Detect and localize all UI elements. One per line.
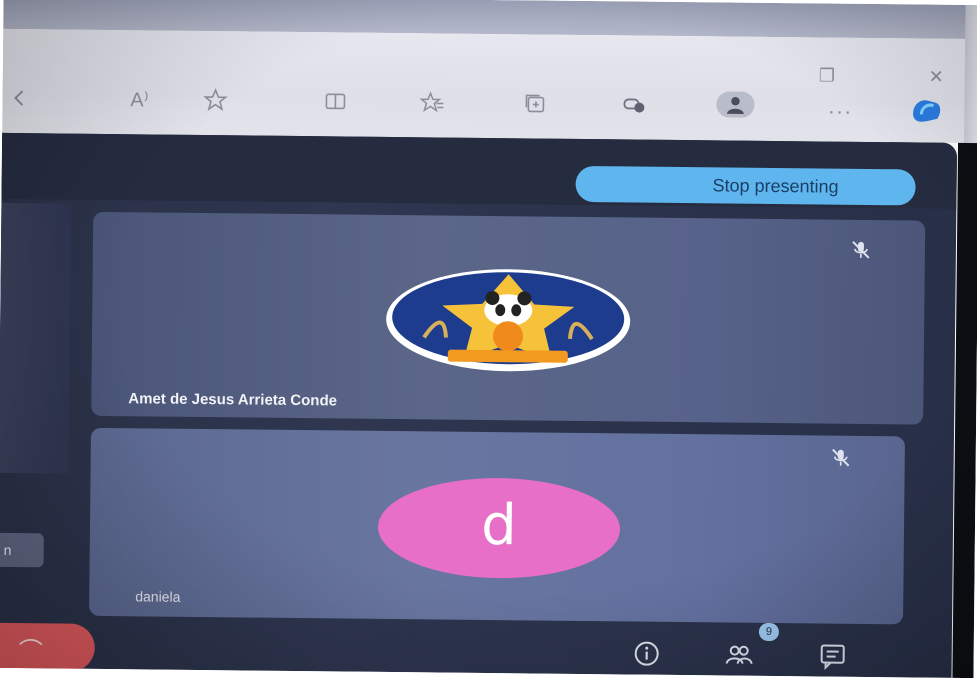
participant-name: Amet de Jesus Arrieta Conde [128, 390, 337, 409]
meeting-app: Stop presenting [0, 133, 957, 678]
hang-up-icon: ⌒ [19, 631, 43, 666]
avatar-initial: d [481, 492, 517, 557]
participant-initial-avatar: d [377, 477, 620, 580]
split-screen-icon[interactable] [318, 84, 352, 118]
favorites-icon[interactable] [415, 85, 449, 119]
mic-muted-icon [829, 446, 853, 470]
side-panel-chip[interactable]: n [0, 533, 44, 567]
extensions-icon[interactable] [617, 87, 651, 121]
profile-icon[interactable] [716, 91, 754, 117]
participant-name: daniela [135, 588, 180, 604]
participant-tile[interactable]: Amet de Jesus Arrieta Conde [91, 212, 925, 425]
meeting-header: Stop presenting [1, 133, 957, 209]
participant-logo-avatar [384, 267, 633, 374]
collections-icon[interactable] [518, 86, 552, 120]
browser-toolbar: ❐ ✕ A⁾ ... [2, 29, 977, 143]
stop-presenting-label: Stop presenting [712, 175, 838, 197]
favorite-star-icon[interactable] [198, 83, 232, 117]
end-call-button[interactable]: ⌒ [0, 623, 95, 672]
mic-muted-icon [849, 238, 873, 262]
copilot-icon[interactable] [907, 94, 945, 124]
info-icon[interactable] [628, 635, 664, 671]
participant-count-badge: 9 [759, 623, 779, 641]
more-icon[interactable]: ... [828, 94, 853, 120]
restore-window-button[interactable]: ❐ [819, 65, 835, 86]
people-icon[interactable] [720, 636, 756, 672]
participant-tile[interactable]: d daniela [89, 428, 905, 625]
close-window-button[interactable]: ✕ [929, 67, 944, 88]
photo-frame: ❐ ✕ A⁾ ... [0, 0, 977, 678]
chat-icon[interactable] [814, 637, 850, 673]
screen-bezel-top [964, 5, 977, 143]
presentation-panel-edge [0, 203, 71, 474]
read-aloud-icon[interactable]: A⁾ [122, 82, 156, 116]
stop-presenting-button[interactable]: Stop presenting [575, 166, 915, 206]
back-icon[interactable] [2, 81, 36, 115]
